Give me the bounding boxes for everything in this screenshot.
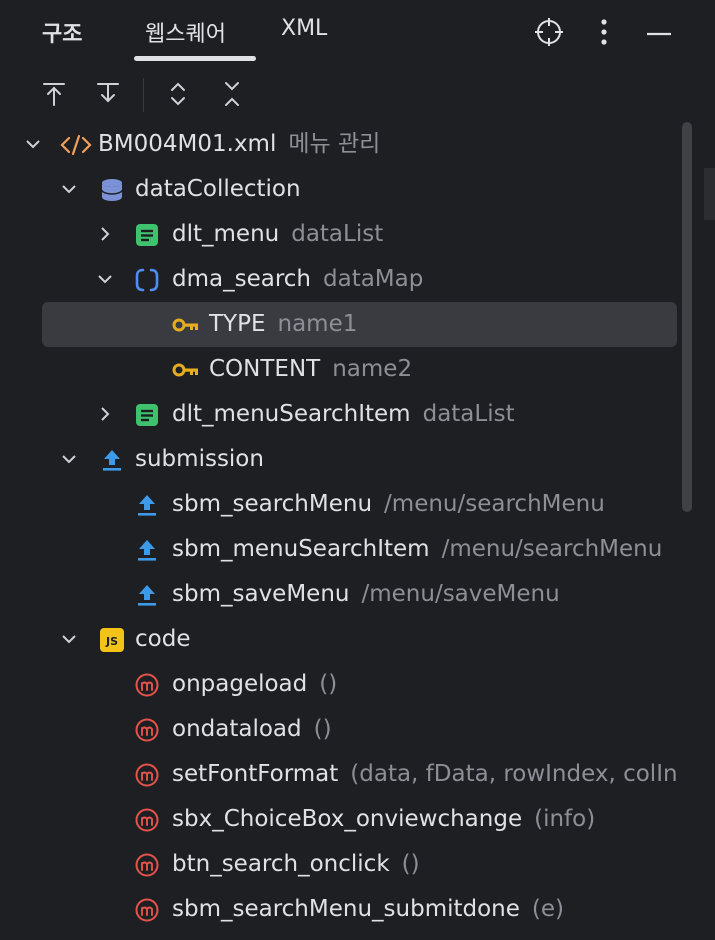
chevron-down-icon[interactable] xyxy=(22,133,44,155)
node-description: /menu/saveMenu xyxy=(361,581,560,607)
panel-header: 구조 웹스퀘어 XML xyxy=(0,0,715,66)
node-description: 메뉴 관리 xyxy=(288,131,381,157)
node-name: BM004M01.xml xyxy=(98,131,277,157)
chevron-right-icon[interactable] xyxy=(94,223,116,245)
node-name: code xyxy=(135,626,191,652)
tree-node-type[interactable]: TYPE name1 xyxy=(0,302,715,347)
xml-tag-icon xyxy=(60,133,92,157)
tree-node-onpageload[interactable]: onpageload () xyxy=(0,662,715,707)
tab-websquare[interactable]: 웹스퀘어 xyxy=(145,16,226,48)
node-description: () xyxy=(313,716,332,742)
tree-node-dlt-menu[interactable]: dlt_menu dataList xyxy=(0,212,715,257)
node-name: sbm_searchMenu_submitdone xyxy=(172,896,520,922)
target-icon[interactable] xyxy=(531,14,567,50)
chevron-down-icon[interactable] xyxy=(58,628,80,650)
tree-node-dlt-menusearchitem[interactable]: dlt_menuSearchItem dataList xyxy=(0,392,715,437)
tree-node-sbx-choicebox-onviewchange[interactable]: sbx_ChoiceBox_onviewchange (info) xyxy=(0,797,715,842)
tree-node-sbm-searchmenu[interactable]: sbm_searchMenu/menu/searchMenu xyxy=(0,482,715,527)
database-icon xyxy=(100,178,124,202)
tree-node-sbm-searchmenu-submitdone[interactable]: sbm_searchMenu_submitdone (e) xyxy=(0,887,715,932)
node-name: submission xyxy=(135,446,264,472)
key-icon xyxy=(172,313,200,337)
tree-node-content[interactable]: CONTENT name2 xyxy=(0,347,715,392)
chevron-right-icon[interactable] xyxy=(94,403,116,425)
node-name: onpageload xyxy=(172,671,308,697)
scroll-to-top-icon[interactable] xyxy=(36,76,72,112)
upload-icon xyxy=(135,538,159,562)
node-name: CONTENT xyxy=(209,356,321,382)
tree-node-submission[interactable]: submission xyxy=(0,437,715,482)
toolbar-separator xyxy=(143,78,144,112)
node-name: sbm_searchMenu xyxy=(172,491,373,517)
node-name: setFontFormat xyxy=(172,761,339,787)
tree-node-partial[interactable] xyxy=(0,932,715,940)
node-name: ondataload xyxy=(172,716,302,742)
js-badge-text: JS xyxy=(105,635,118,648)
key-icon xyxy=(172,358,200,382)
method-icon xyxy=(135,673,159,697)
data-map-icon xyxy=(135,268,159,292)
tab-structure[interactable]: 구조 xyxy=(42,16,82,48)
node-description: () xyxy=(401,851,420,877)
node-name: dlt_menu xyxy=(172,221,280,247)
node-description: (data, fData, rowIndex, colIn xyxy=(350,761,678,787)
node-description: (e) xyxy=(531,896,565,922)
tree-node-root[interactable]: BM004M01.xml 메뉴 관리 xyxy=(0,122,715,167)
expand-all-icon[interactable] xyxy=(160,76,196,112)
panel-edge-marker xyxy=(704,168,715,220)
method-icon xyxy=(135,808,159,832)
node-description: dataMap xyxy=(323,266,424,292)
tree-node-sbm-savemenu[interactable]: sbm_saveMenu/menu/saveMenu xyxy=(0,572,715,617)
javascript-icon: JS xyxy=(100,628,124,652)
minimize-icon[interactable] xyxy=(641,14,677,50)
node-name: sbm_menuSearchItem xyxy=(172,536,430,562)
data-list-icon xyxy=(135,223,159,247)
node-description: /menu/searchMenu xyxy=(384,491,605,517)
node-name: dlt_menuSearchItem xyxy=(172,401,411,427)
vertical-scrollbar[interactable] xyxy=(682,122,692,512)
node-description: () xyxy=(319,671,338,697)
node-name: dma_search xyxy=(172,266,311,292)
tree-node-setfontformat[interactable]: setFontFormat (data, fData, rowIndex, col… xyxy=(0,752,715,797)
active-tab-indicator xyxy=(134,56,256,61)
collapse-all-icon[interactable] xyxy=(214,76,250,112)
method-icon xyxy=(135,718,159,742)
tree-node-code[interactable]: JS code xyxy=(0,617,715,662)
scroll-to-bottom-icon[interactable] xyxy=(90,76,126,112)
upload-icon xyxy=(135,583,159,607)
node-description: name1 xyxy=(277,311,358,337)
node-name: btn_search_onclick xyxy=(172,851,390,877)
node-description: (info) xyxy=(534,806,596,832)
node-description: dataList xyxy=(291,221,384,247)
tree-toolbar xyxy=(0,72,715,116)
structure-panel: 구조 웹스퀘어 XML BM004M01.xml 메뉴 관리 dataColle… xyxy=(0,0,715,940)
data-list-icon xyxy=(135,403,159,427)
node-name: sbm_saveMenu xyxy=(172,581,350,607)
structure-tree: BM004M01.xml 메뉴 관리 dataCollection dlt_men… xyxy=(0,122,715,940)
tree-node-ondataload[interactable]: ondataload () xyxy=(0,707,715,752)
more-vertical-icon[interactable] xyxy=(586,14,622,50)
node-description: dataList xyxy=(422,401,515,427)
node-name: TYPE xyxy=(209,311,266,337)
chevron-down-icon[interactable] xyxy=(58,178,80,200)
tree-node-datacollection[interactable]: dataCollection xyxy=(0,167,715,212)
tab-xml[interactable]: XML xyxy=(281,16,327,41)
method-icon xyxy=(135,853,159,877)
tree-node-dma-search[interactable]: dma_search dataMap xyxy=(0,257,715,302)
upload-icon xyxy=(135,493,159,517)
node-name: dataCollection xyxy=(135,176,301,202)
node-name: sbx_ChoiceBox_onviewchange xyxy=(172,806,523,832)
upload-icon xyxy=(100,448,124,472)
tree-node-sbm-menusearchitem[interactable]: sbm_menuSearchItem/menu/searchMenu xyxy=(0,527,715,572)
method-icon xyxy=(135,898,159,922)
tree-node-btn-search-onclick[interactable]: btn_search_onclick () xyxy=(0,842,715,887)
method-icon xyxy=(135,763,159,787)
chevron-down-icon[interactable] xyxy=(94,268,116,290)
node-description: /menu/searchMenu xyxy=(441,536,663,562)
chevron-down-icon[interactable] xyxy=(58,448,80,470)
node-description: name2 xyxy=(332,356,413,382)
